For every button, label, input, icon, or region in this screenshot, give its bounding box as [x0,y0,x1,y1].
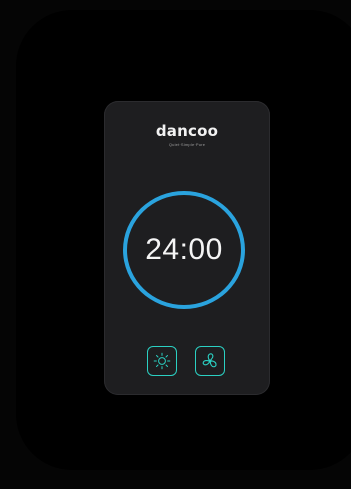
fan-icon [201,352,219,370]
device-panel: dancoo Quiet·Simple·Pure 24:00 [104,101,270,395]
sun-icon [153,352,171,370]
fan-button[interactable] [195,346,225,376]
timer-dial[interactable]: 24:00 [123,191,245,309]
brand-tagline: Quiet·Simple·Pure [168,142,206,147]
timer-display: 24:00 [145,233,223,266]
brand-logo: dancoo [155,122,219,140]
light-button[interactable] [147,346,177,376]
